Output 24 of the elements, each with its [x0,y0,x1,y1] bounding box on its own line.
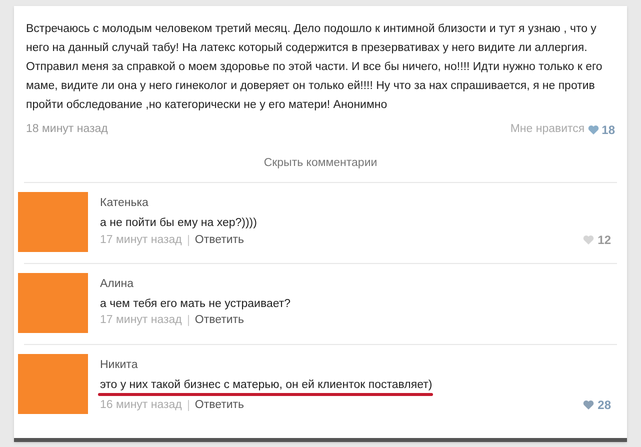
avatar[interactable] [18,192,88,252]
like-count: 28 [598,397,611,414]
hide-comments-link[interactable]: Скрыть комментарии [264,155,378,172]
reply-link[interactable]: Ответить [194,232,244,249]
author-name[interactable]: Никита [100,357,617,374]
reply-link[interactable]: Ответить [194,312,244,330]
post-text: Встречаюсь с молодым человеком третий месяц. Дело подошло к интимной близости и тут я узнаю , что у него на данный случай табу! На латекс который содержится в презервативах у него видите ли аллергия. Отправил меня за справкой о моем здоровье по этой части. И все бы ничего, но!!!! Идти нужно только к его маме, видите ли она у него гинеколог и доверяет он только ей!!!! Ну что за нах спрашивается, я не против пройти обследование ,но категорически не у его матери! Анонимно [25,22,604,113]
comment-time: 17 минут назад [100,232,182,248]
comment-text: это у них такой бизнес с матерью, он ей клиенток поставляет) [100,378,432,394]
reply-link[interactable]: Ответить [194,396,244,414]
like-count: 12 [598,232,611,250]
comment-text: а чем тебя его мать не устраивает? [100,297,291,312]
comment-time: 17 минут назад [100,313,182,328]
author-name[interactable]: Катенька [100,195,617,212]
post-time: 18 минут назад [26,122,108,138]
avatar[interactable] [18,354,88,414]
heart-icon[interactable] [582,400,594,410]
heart-icon[interactable] [588,125,599,135]
avatar[interactable] [18,273,88,334]
heart-icon[interactable] [582,235,594,246]
like-count: 18 [602,122,615,139]
comment-time: 16 минут назад [100,398,182,413]
comment-text: а не пойти бы ему на хер?)))) [100,216,257,232]
author-name[interactable]: Алина [100,276,617,292]
